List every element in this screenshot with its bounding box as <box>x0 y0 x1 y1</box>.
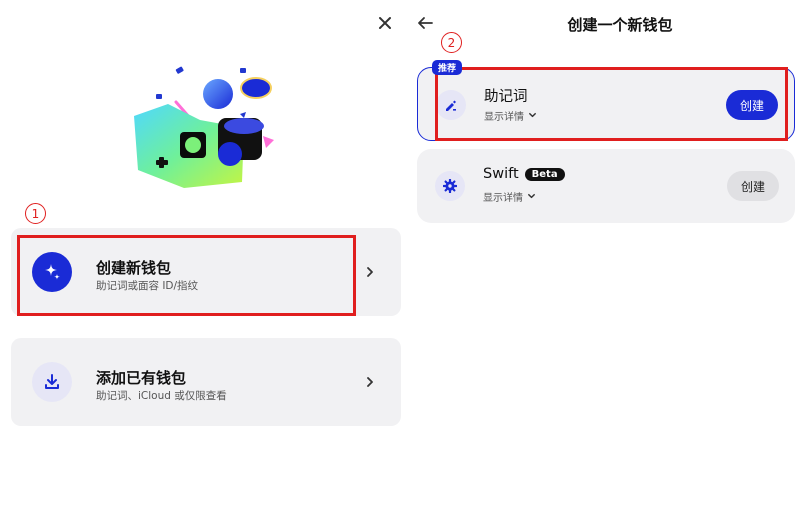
pen-icon <box>436 90 466 120</box>
create-mnemonic-button[interactable]: 创建 <box>725 90 778 120</box>
option-title: 创建新钱包 <box>96 259 172 277</box>
show-details-toggle[interactable]: 显示详情 <box>484 108 537 123</box>
create-new-wallet-option[interactable]: 创建新钱包 助记词或面容 ID/指纹 <box>11 228 401 316</box>
gear-icon <box>435 171 465 201</box>
add-existing-wallet-option[interactable]: 添加已有钱包 助记词、iCloud 或仅限查看 <box>11 338 401 426</box>
back-button[interactable] <box>413 12 437 34</box>
download-icon <box>32 362 72 402</box>
chevron-right-icon <box>367 267 373 277</box>
create-swift-button[interactable]: 创建 <box>726 171 779 201</box>
option-title: 添加已有钱包 <box>96 369 187 387</box>
show-details-toggle[interactable]: 显示详情 <box>483 189 536 204</box>
option-subtitle: 助记词或面容 ID/指纹 <box>96 280 199 292</box>
method-title: Swift Beta <box>483 166 565 182</box>
option-subtitle: 助记词、iCloud 或仅限查看 <box>96 390 227 402</box>
chevron-down-icon <box>529 112 536 118</box>
sparkle-icon <box>32 252 72 292</box>
close-icon <box>379 17 391 29</box>
method-title-text: 助记词 <box>484 89 528 105</box>
back-arrow-icon <box>418 17 433 29</box>
mnemonic-method-card[interactable]: 助记词 显示详情 创建 <box>417 67 795 141</box>
method-title: 助记词 <box>484 85 528 106</box>
method-title-text: Swift <box>483 166 519 182</box>
chevron-right-icon <box>367 377 373 387</box>
show-details-label: 显示详情 <box>483 193 523 204</box>
wallet-illustration <box>128 64 288 194</box>
beta-badge: Beta <box>524 167 565 181</box>
page-title: 创建一个新钱包 <box>567 16 673 34</box>
close-button[interactable] <box>374 12 396 34</box>
recommended-tag: 推荐 <box>432 60 463 75</box>
show-details-label: 显示详情 <box>484 112 524 123</box>
swift-method-card[interactable]: Swift Beta 显示详情 创建 <box>417 149 795 223</box>
step-badge-1: 1 <box>25 203 46 224</box>
step-badge-2: 2 <box>441 32 462 53</box>
chevron-down-icon <box>528 193 535 199</box>
